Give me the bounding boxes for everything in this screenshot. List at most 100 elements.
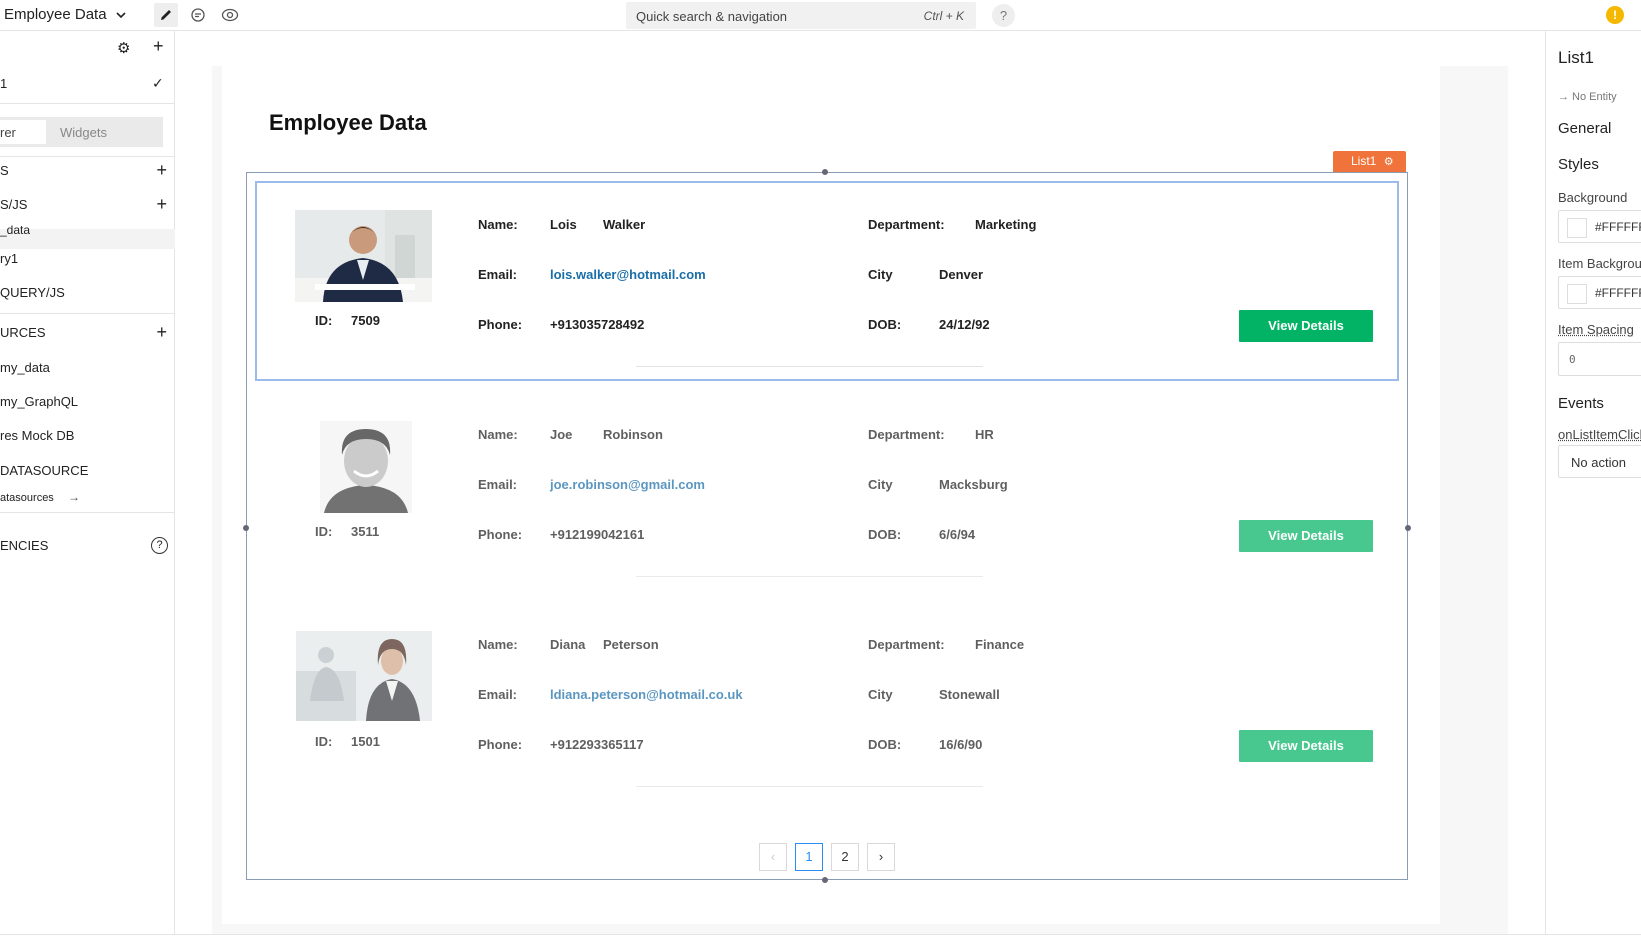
- sidebar-item-new-datasource[interactable]: DATASOURCE: [0, 461, 175, 481]
- top-bar: Employee Data Quick search & navigation …: [0, 0, 1641, 31]
- warning-icon[interactable]: !: [1606, 6, 1624, 24]
- tab-widgets[interactable]: Widgets: [60, 125, 107, 140]
- plus-icon[interactable]: +: [156, 160, 167, 180]
- sidebar-item-label: _data: [0, 223, 31, 237]
- resize-handle-right[interactable]: [1405, 525, 1411, 531]
- plus-icon[interactable]: +: [156, 194, 167, 214]
- check-icon: ✓: [152, 75, 164, 91]
- pagination-prev-button[interactable]: ‹: [759, 843, 787, 871]
- sidebar-item-queries-js[interactable]: S/JS +: [0, 194, 175, 215]
- employee-photo: [295, 210, 432, 302]
- pagination-page-2[interactable]: 2: [831, 843, 859, 871]
- property-pane: List1 → No Entity General Styles Backgro…: [1545, 31, 1641, 934]
- item-spacing-input[interactable]: 0: [1558, 342, 1641, 376]
- sidebar-item-label: URCES: [0, 325, 46, 340]
- sidebar-item-dependencies[interactable]: ENCIES: [0, 536, 175, 556]
- sidebar-item-label: my_data: [0, 360, 50, 375]
- eye-icon: [221, 8, 239, 22]
- sidebar-item-datasources[interactable]: URCES +: [0, 322, 175, 343]
- item-background-color-input[interactable]: #FFFFFF: [1558, 276, 1641, 309]
- id-value: 3511: [351, 524, 380, 539]
- sidebar-item-my-data[interactable]: _data: [0, 221, 175, 241]
- color-swatch[interactable]: [1567, 218, 1587, 238]
- color-swatch[interactable]: [1567, 284, 1587, 304]
- widget-name-title[interactable]: List1: [1558, 48, 1594, 68]
- pagination-next-button[interactable]: ›: [867, 843, 895, 871]
- sidebar-item-pages[interactable]: S +: [0, 160, 175, 181]
- sidebar-item-datasource-3[interactable]: res Mock DB: [0, 426, 175, 446]
- view-details-button[interactable]: View Details: [1239, 520, 1373, 552]
- item-background-label: Item Background: [1558, 256, 1641, 271]
- on-list-item-click-dropdown[interactable]: No action: [1558, 445, 1641, 478]
- city-value: Stonewall: [939, 687, 1000, 702]
- app-title-dropdown[interactable]: Employee Data: [4, 6, 127, 23]
- section-styles[interactable]: Styles: [1558, 156, 1599, 173]
- name-label: Name:: [478, 637, 518, 652]
- section-events[interactable]: Events: [1558, 395, 1604, 412]
- dob-label: DOB:: [868, 527, 902, 542]
- entity-binding-dropdown[interactable]: → No Entity: [1558, 91, 1617, 103]
- email-link[interactable]: lois.walker@hotmail.com: [550, 267, 706, 282]
- person-photo-icon: [296, 631, 432, 721]
- name-label: Name:: [478, 217, 518, 232]
- city-label: City: [868, 477, 893, 492]
- department-value: Marketing: [975, 217, 1037, 232]
- app-title: Employee Data: [4, 6, 107, 23]
- list-widget-tag[interactable]: List1 ⚙: [1333, 151, 1406, 172]
- sidebar-item-query1[interactable]: ry1: [0, 249, 175, 269]
- sidebar-item-new-query[interactable]: QUERY/JS: [0, 283, 175, 303]
- pagination-page-1[interactable]: 1: [795, 843, 823, 871]
- city-value: Macksburg: [939, 477, 1008, 492]
- settings-icon[interactable]: ⚙: [1384, 156, 1394, 168]
- list-item[interactable]: ID: 7509 Name: Lois Walker Email: lois.w…: [256, 181, 1398, 381]
- on-list-item-click-label: onListItemClick: [1558, 427, 1641, 442]
- resize-handle-top[interactable]: [822, 169, 828, 175]
- view-details-button[interactable]: View Details: [1239, 310, 1373, 342]
- gear-icon[interactable]: ⚙: [117, 39, 130, 57]
- resize-handle-bottom[interactable]: [822, 877, 828, 883]
- edit-mode-button[interactable]: [154, 3, 178, 27]
- divider: [0, 156, 175, 157]
- item-background-color-value: #FFFFFF: [1595, 286, 1641, 300]
- dob-value: 16/6/90: [939, 737, 983, 752]
- employee-photo: [320, 421, 412, 513]
- email-link[interactable]: joe.robinson@gmail.com: [550, 477, 705, 492]
- sidebar-item-datasource-2[interactable]: my_GraphQL: [0, 392, 175, 412]
- resize-handle-left[interactable]: [243, 525, 249, 531]
- add-page-icon[interactable]: +: [153, 36, 164, 57]
- help-icon[interactable]: ?: [151, 537, 168, 554]
- phone-value: +912199042161: [550, 527, 645, 542]
- sidebar-item-label: DATASOURCE: [0, 463, 89, 478]
- sidebar-item-label: S: [0, 163, 9, 178]
- email-link[interactable]: ldiana.peterson@hotmail.co.uk: [550, 687, 743, 702]
- department-label: Department:: [868, 217, 945, 232]
- sidebar-item-label: ENCIES: [0, 538, 49, 553]
- plus-icon[interactable]: +: [156, 322, 167, 342]
- preview-mode-button[interactable]: [218, 3, 242, 27]
- quick-search-input[interactable]: Quick search & navigation Ctrl + K: [626, 2, 976, 29]
- phone-value: +913035728492: [550, 317, 645, 332]
- tab-explorer[interactable]: rer: [0, 120, 46, 144]
- section-general[interactable]: General: [1558, 120, 1611, 137]
- comment-mode-button[interactable]: [186, 3, 210, 27]
- sidebar-item-label: atasources: [0, 492, 54, 504]
- department-value: Finance: [975, 637, 1025, 652]
- view-details-button[interactable]: View Details: [1239, 730, 1373, 762]
- sidebar-item-label: res Mock DB: [0, 428, 75, 443]
- background-color-input[interactable]: #FFFFFF: [1558, 210, 1641, 243]
- first-name-value: Diana: [550, 637, 586, 652]
- name-label: Name:: [478, 427, 518, 442]
- department-label: Department:: [868, 427, 945, 442]
- sidebar-item-all-datasources[interactable]: atasources →: [0, 490, 175, 510]
- item-divider: [636, 786, 983, 787]
- help-button[interactable]: ?: [992, 4, 1015, 27]
- list-item[interactable]: ID: 1501 Name: Diana Peterson Email: ldi…: [256, 601, 1398, 801]
- phone-value: +912293365117: [550, 737, 644, 752]
- search-placeholder: Quick search & navigation: [636, 9, 788, 24]
- sidebar-page-item[interactable]: 1: [0, 74, 175, 94]
- list-item[interactable]: ID: 3511 Name: Joe Robinson Email: joe.r…: [256, 391, 1398, 591]
- sidebar-item-datasource-1[interactable]: my_data: [0, 358, 175, 378]
- person-photo-icon: [320, 421, 412, 513]
- last-name-value: Robinson: [603, 427, 663, 442]
- dob-value: 6/6/94: [939, 527, 976, 542]
